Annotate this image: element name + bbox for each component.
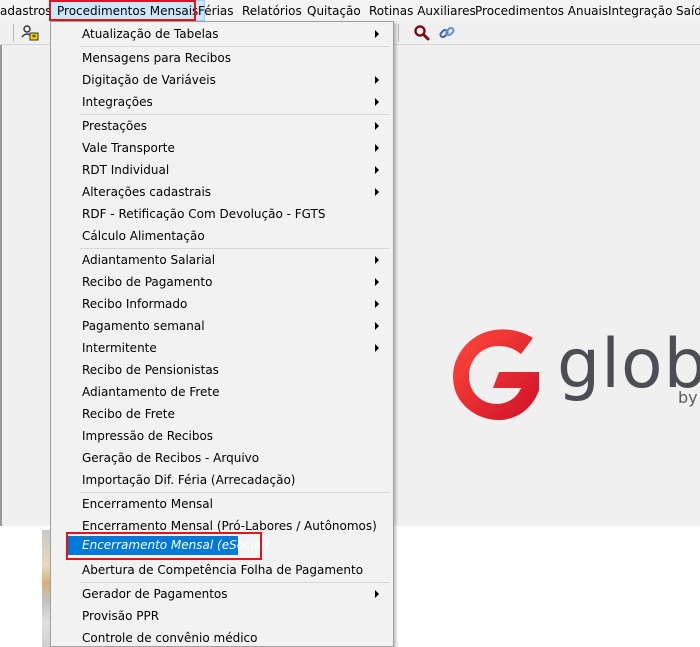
procedimentos-mensais-dropdown: Atualização de Tabelas Mensagens para Re… bbox=[50, 21, 394, 647]
menu-item-calculo-alimentacao[interactable]: Cálculo Alimentação bbox=[53, 225, 391, 247]
menu-rotinas-auxiliares[interactable]: Rotinas Auxiliares bbox=[369, 4, 476, 18]
search-icon[interactable] bbox=[412, 23, 432, 43]
menu-integracao[interactable]: Integração bbox=[608, 4, 672, 18]
menu-item-vale-transporte[interactable]: Vale Transporte bbox=[53, 137, 391, 159]
menu-item-pagamento-semanal[interactable]: Pagamento semanal bbox=[53, 315, 391, 337]
people-swap-icon[interactable] bbox=[20, 23, 40, 43]
menu-item-adiantamento-frete[interactable]: Adiantamento de Frete bbox=[53, 381, 391, 403]
menu-item-prestacoes[interactable]: Prestações bbox=[53, 115, 391, 137]
submenu-arrow-icon bbox=[375, 322, 379, 330]
menu-item-geracao-recibos-arquivo[interactable]: Geração de Recibos - Arquivo bbox=[53, 447, 391, 469]
menu-item-rdt-individual[interactable]: RDT Individual bbox=[53, 159, 391, 181]
menu-procedimentos-mensais[interactable]: Procedimentos Mensais bbox=[50, 0, 206, 21]
menu-item-impressao-recibos[interactable]: Impressão de Recibos bbox=[53, 425, 391, 447]
menu-item-encerramento-pro-labores[interactable]: Encerramento Mensal (Pró-Labores / Autôn… bbox=[53, 515, 391, 537]
menu-item-convenio-medico[interactable]: Controle de convênio médico bbox=[53, 627, 391, 646]
menu-item-digitacao-variaveis[interactable]: Digitação de Variáveis bbox=[53, 69, 391, 91]
menu-item-gerador-pagamentos[interactable]: Gerador de Pagamentos bbox=[53, 583, 391, 605]
menu-quitacao[interactable]: Quitação bbox=[307, 4, 361, 18]
menu-item-encerramento-mensal[interactable]: Encerramento Mensal bbox=[53, 493, 391, 515]
menu-item-integracoes[interactable]: Integrações bbox=[53, 91, 391, 113]
menu-item-alteracoes-cadastrais[interactable]: Alterações cadastrais bbox=[53, 181, 391, 203]
menu-item-recibo-pensionistas[interactable]: Recibo de Pensionistas bbox=[53, 359, 391, 381]
submenu-arrow-icon bbox=[375, 122, 379, 130]
submenu-arrow-icon bbox=[375, 256, 379, 264]
menu-ferias[interactable]: Férias bbox=[198, 4, 234, 18]
menu-item-encerramento-esocial[interactable]: Encerramento Mensal (eSocial) bbox=[68, 536, 269, 555]
menu-item-recibo-pagamento[interactable]: Recibo de Pagamento bbox=[53, 271, 391, 293]
logo-mark-icon bbox=[453, 329, 539, 420]
menu-item-mensagens-recibos[interactable]: Mensagens para Recibos bbox=[53, 47, 391, 69]
submenu-arrow-icon bbox=[375, 98, 379, 106]
menu-cadastros[interactable]: adastros bbox=[0, 4, 52, 18]
menu-item-provisao-ppr[interactable]: Provisão PPR bbox=[53, 605, 391, 627]
toolbar-separator bbox=[13, 24, 14, 42]
menu-item-recibo-informado[interactable]: Recibo Informado bbox=[53, 293, 391, 315]
submenu-arrow-icon bbox=[375, 144, 379, 152]
logo-subtext: by bbox=[678, 388, 698, 407]
menu-item-abertura-competencia[interactable]: Abertura de Competência Folha de Pagamen… bbox=[53, 559, 391, 581]
menu-item-rdf-fgts[interactable]: RDF - Retificação Com Devolução - FGTS bbox=[53, 203, 391, 225]
submenu-arrow-icon bbox=[375, 166, 379, 174]
link-icon[interactable] bbox=[437, 23, 457, 43]
menu-item-recibo-frete[interactable]: Recibo de Frete bbox=[53, 403, 391, 425]
background-image-strip bbox=[42, 530, 50, 647]
submenu-arrow-icon bbox=[375, 344, 379, 352]
menu-bar: adastros Procedimentos Mensais Férias Re… bbox=[0, 0, 700, 21]
menu-procedimentos-anuais[interactable]: Procedimentos Anuais bbox=[475, 4, 608, 18]
menu-item-adiantamento-salarial[interactable]: Adiantamento Salarial bbox=[53, 249, 391, 271]
submenu-arrow-icon bbox=[375, 590, 379, 598]
menu-relatorios[interactable]: Relatórios bbox=[242, 4, 302, 18]
menu-item-intermitente[interactable]: Intermitente bbox=[53, 337, 391, 359]
submenu-arrow-icon bbox=[375, 278, 379, 286]
menu-item-importacao-dif-feria[interactable]: Importação Dif. Féria (Arrecadação) bbox=[53, 469, 391, 491]
toolbar-separator bbox=[398, 24, 399, 42]
submenu-arrow-icon bbox=[375, 188, 379, 196]
submenu-arrow-icon bbox=[375, 300, 379, 308]
company-logo: glob by bbox=[447, 322, 700, 432]
left-border bbox=[0, 45, 2, 526]
submenu-arrow-icon bbox=[375, 30, 379, 38]
submenu-arrow-icon bbox=[375, 76, 379, 84]
menu-item-atualizacao-tabelas[interactable]: Atualização de Tabelas bbox=[53, 23, 391, 45]
menu-saida[interactable]: Saíd bbox=[676, 4, 700, 18]
